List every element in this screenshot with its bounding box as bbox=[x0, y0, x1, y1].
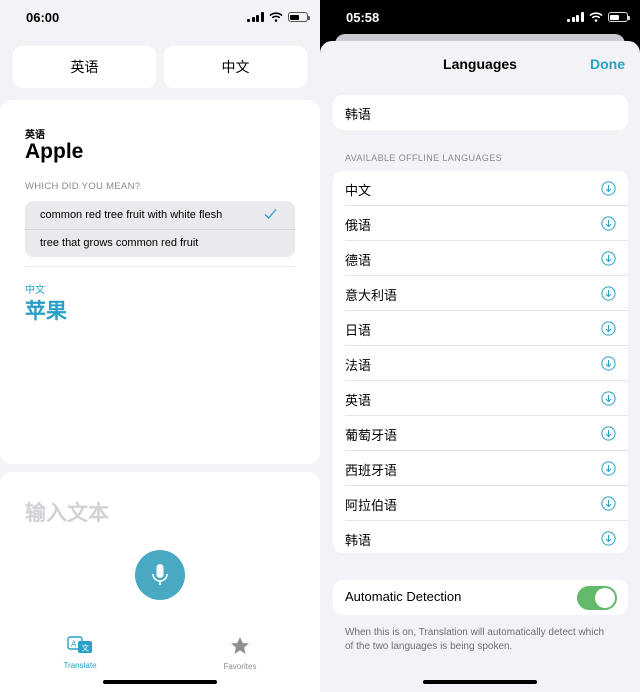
star-icon bbox=[231, 637, 249, 654]
download-icon[interactable] bbox=[601, 286, 616, 301]
wifi-icon bbox=[588, 12, 603, 22]
target-language-label: 中文 bbox=[25, 285, 45, 296]
language-label: 法语 bbox=[345, 358, 372, 373]
languages-screen: 05:58 Languages Done 韩语 AVAILABLE OFFLIN… bbox=[320, 0, 640, 692]
available-languages-group: 中文 俄语 德语 意大利语 日语 法语 英语 葡萄牙语 西班牙语 阿拉伯语 韩语 bbox=[333, 171, 628, 553]
auto-detect-group: Automatic Detection bbox=[333, 580, 628, 615]
source-word: Apple bbox=[25, 140, 84, 163]
tab-favorites[interactable]: Favorites bbox=[205, 636, 275, 671]
list-item[interactable]: 德语 bbox=[333, 241, 628, 276]
downloaded-languages-group: 韩语 bbox=[333, 95, 628, 130]
done-button[interactable]: Done bbox=[590, 56, 625, 72]
signal-icon bbox=[567, 12, 584, 22]
meaning-option-2[interactable]: tree that grows common red fruit bbox=[40, 237, 198, 249]
download-icon[interactable] bbox=[601, 426, 616, 441]
languages-sheet: Languages Done 韩语 AVAILABLE OFFLINE LANG… bbox=[320, 41, 640, 692]
microphone-button[interactable] bbox=[135, 550, 185, 600]
toggle-knob bbox=[595, 588, 615, 608]
download-icon[interactable] bbox=[601, 461, 616, 476]
status-icons bbox=[567, 12, 630, 22]
translated-word: 苹果 bbox=[25, 300, 67, 323]
status-time: 06:00 bbox=[26, 10, 60, 25]
status-icons bbox=[247, 12, 310, 22]
auto-detect-row[interactable]: Automatic Detection bbox=[333, 580, 628, 615]
list-item[interactable]: 意大利语 bbox=[333, 276, 628, 311]
download-icon[interactable] bbox=[601, 181, 616, 196]
translation-card: 英语 Apple WHICH DID YOU MEAN? common red … bbox=[0, 100, 320, 464]
status-time: 05:58 bbox=[346, 10, 380, 25]
section-header: AVAILABLE OFFLINE LANGUAGES bbox=[345, 153, 503, 163]
text-input-placeholder[interactable]: 输入文本 bbox=[25, 497, 109, 527]
meaning-options: common red tree fruit with white flesh t… bbox=[25, 201, 295, 257]
download-icon[interactable] bbox=[601, 251, 616, 266]
download-icon[interactable] bbox=[601, 531, 616, 546]
language-label: 德语 bbox=[345, 253, 372, 268]
auto-detect-toggle[interactable] bbox=[577, 586, 617, 610]
source-language-label: 英语 bbox=[25, 130, 45, 141]
list-item[interactable]: 葡萄牙语 bbox=[333, 416, 628, 451]
download-icon[interactable] bbox=[601, 356, 616, 371]
translate-screen: 06:00 英语 中文 英语 Apple WHICH DID YOU MEAN?… bbox=[0, 0, 320, 692]
list-item[interactable]: 韩语 bbox=[333, 521, 628, 553]
wifi-icon bbox=[268, 12, 283, 22]
list-item[interactable]: 英语 bbox=[333, 381, 628, 416]
home-indicator[interactable] bbox=[103, 680, 217, 684]
language-label: 日语 bbox=[345, 323, 372, 338]
translate-icon: A文 bbox=[67, 636, 92, 653]
input-area[interactable]: 输入文本 A文 Translate Favorites bbox=[0, 472, 320, 692]
checkmark-icon bbox=[264, 209, 277, 219]
svg-text:文: 文 bbox=[82, 643, 90, 653]
language-label: 意大利语 bbox=[345, 288, 398, 303]
disambiguation-heading: WHICH DID YOU MEAN? bbox=[25, 181, 141, 192]
target-language-button[interactable]: 中文 bbox=[164, 46, 307, 88]
list-item[interactable]: 日语 bbox=[333, 311, 628, 346]
language-label: 英语 bbox=[345, 393, 372, 408]
language-label: 俄语 bbox=[345, 218, 372, 233]
download-icon[interactable] bbox=[601, 391, 616, 406]
language-label: 韩语 bbox=[345, 533, 372, 548]
battery-icon bbox=[287, 12, 310, 22]
auto-detect-description: When this is on, Translation will automa… bbox=[345, 627, 605, 652]
source-language-button[interactable]: 英语 bbox=[13, 46, 156, 88]
tab-translate-label: Translate bbox=[63, 661, 97, 670]
tab-favorites-label: Favorites bbox=[223, 662, 257, 671]
download-icon[interactable] bbox=[601, 321, 616, 336]
list-item[interactable]: 阿拉伯语 bbox=[333, 486, 628, 521]
language-label: 葡萄牙语 bbox=[345, 428, 398, 443]
list-item[interactable]: 法语 bbox=[333, 346, 628, 381]
home-indicator[interactable] bbox=[423, 680, 537, 684]
language-label: 中文 bbox=[345, 183, 372, 198]
auto-detect-label: Automatic Detection bbox=[345, 589, 462, 604]
battery-icon bbox=[607, 12, 630, 22]
option-divider bbox=[25, 229, 295, 230]
tab-translate[interactable]: A文 Translate bbox=[45, 636, 115, 670]
language-label: 阿拉伯语 bbox=[345, 498, 398, 513]
signal-icon bbox=[247, 12, 264, 22]
card-divider bbox=[25, 266, 295, 267]
download-icon[interactable] bbox=[601, 216, 616, 231]
list-item[interactable]: 韩语 bbox=[333, 95, 628, 130]
list-item[interactable]: 中文 bbox=[333, 171, 628, 206]
list-item[interactable]: 西班牙语 bbox=[333, 451, 628, 486]
microphone-icon bbox=[152, 564, 168, 585]
language-label: 西班牙语 bbox=[345, 463, 398, 478]
list-item[interactable]: 俄语 bbox=[333, 206, 628, 241]
meaning-option-1[interactable]: common red tree fruit with white flesh bbox=[40, 209, 222, 221]
language-label: 韩语 bbox=[345, 107, 372, 122]
download-icon[interactable] bbox=[601, 496, 616, 511]
svg-text:A: A bbox=[71, 640, 77, 649]
